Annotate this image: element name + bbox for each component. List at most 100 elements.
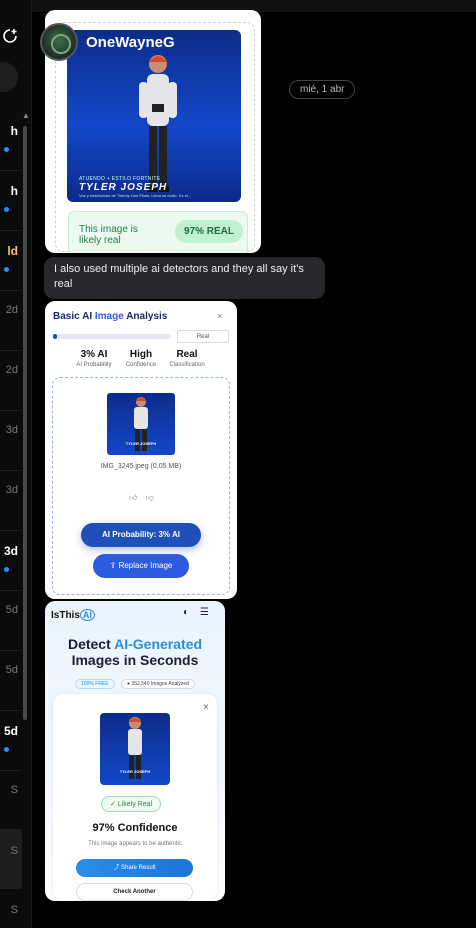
stat-classification: Real Classification [158,349,216,368]
sidebar-divider [0,170,22,171]
sidebar-divider [0,350,22,351]
uploaded-image-thumbnail: TYLER JOSEPH [100,713,170,785]
svg-text:TYLER JOSEPH: TYLER JOSEPH [120,769,151,774]
sidebar-divider [0,410,22,411]
check-icon: ✓ [110,801,116,808]
sidebar-item-time[interactable]: 5d [0,724,18,738]
scroll-thumb[interactable] [23,126,27,720]
sidebar-divider [0,590,22,591]
sidebar-item-time[interactable]: h [0,184,18,198]
sidebar-selected-item[interactable]: S [0,829,22,889]
real-badge: 97% REAL [175,220,244,243]
sidebar-scrollbar[interactable]: ▲ [22,112,30,912]
count-chip: ● 352,540 Images Analyzed [121,679,195,689]
poster-description: Voz y sintetizador de Twenty One Pilots.… [79,193,192,198]
result-box: This image is likely real 97% REAL [68,211,248,253]
close-icon: × [217,311,223,321]
likely-real-badge: ✓ Likely Real [101,796,162,812]
hero-chips: 100% FREE ● 352,540 Images Analyzed [45,672,225,690]
feedback-icons: 👍︎ 👎︎ [129,493,154,503]
hero-headline: Detect AI-Generated Images in Seconds [45,636,225,668]
upload-icon: ⇪ [109,561,117,570]
headline-2: Images in Seconds [71,652,199,668]
likely-real-label: Likely Real [117,801,153,808]
share-result-label: Share Result [121,865,156,871]
scroll-up-icon[interactable]: ▲ [22,112,30,120]
count-chip-text: 352,540 Images Analyzed [131,681,189,687]
sidebar-item-time[interactable]: 2d [0,304,18,316]
stat-label: Classification [169,362,205,368]
ai-progress-bar [53,334,171,339]
sidebar-item-time[interactable]: 3d [0,544,18,558]
unread-dot [4,747,9,752]
isthisai-logo: IsThis AI [51,609,95,621]
ai-probability-button: AI Probability: 3% AI [81,523,201,547]
ai-progress-fill [53,334,57,339]
avatar[interactable] [40,23,78,61]
svg-text:TYLER JOSEPH: TYLER JOSEPH [126,441,157,446]
free-chip: 100% FREE [75,679,115,689]
header-icons: ◐ ☰ [183,607,209,618]
sidebar-item-time[interactable]: S [0,784,18,796]
file-name: IMG_3245.jpeg (0.05 MB) [100,463,182,470]
poster-caption: ATUENDO + ESTILO FORTNITE TYLER JOSEPH V… [79,176,229,198]
result-text: This image is likely real [79,224,138,246]
sidebar-divider [0,710,22,711]
sidebar-divider [0,650,22,651]
logo-text: IsThis [51,610,80,621]
replace-image-label: Replace Image [118,561,173,570]
replace-image-button: ⇪ Replace Image [93,554,189,578]
sidebar-item-time[interactable]: h [0,124,18,138]
authenticity-text: This image appears to be authentic [88,841,182,847]
unread-dot [4,207,9,212]
new-message-button[interactable] [0,22,20,50]
share-icon: ⤴ [113,865,120,871]
theme-toggle-icon: ◐ [183,607,190,618]
image-attachment-3[interactable]: IsThis AI ◐ ☰ Detect AI-Generated Images … [45,601,225,901]
chat-page: h h ld 2d 2d 3d 3d 3d 5d 5d 5d S S S ▲ A… [0,0,476,928]
sidebar-item-time[interactable]: ld [0,244,18,258]
analysis-title-end: Analysis [123,311,168,322]
thumbs-up-icon: 👍︎ [129,493,138,502]
character-figure: TYLER JOSEPH [120,717,151,779]
username[interactable]: OneWayneG [86,34,175,51]
unread-dot [4,567,9,572]
conversation-sidebar: h h ld 2d 2d 3d 3d 3d 5d 5d 5d S S S ▲ [0,0,32,928]
unread-dot [4,267,9,272]
result-panel: × TYLER JOSEPH ✓ Likely Real 97% Confide… [53,694,217,901]
check-another-button: Check Another [76,883,193,901]
message-bubble[interactable]: I also used multiple ai detectors and th… [44,257,325,299]
menu-icon: ☰ [199,607,209,618]
image-attachment-2[interactable]: Basic AI Image Analysis × Real 3% AI AI … [45,301,237,599]
stat-value: Real [176,349,198,360]
sidebar-divider [0,290,22,291]
headline-1: Detect [67,636,115,652]
uploaded-image-thumbnail: TYLER JOSEPH [107,393,175,455]
share-result-button: ⤴ Share Result [76,859,193,877]
new-chat-icon [3,29,17,43]
headline-accent: AI-Generated [114,636,203,652]
unread-dot [4,147,9,152]
sidebar-item-time[interactable]: 5d [0,664,18,676]
poster-name: TYLER JOSEPH [79,182,168,193]
sidebar-item-time[interactable]: S [0,904,18,916]
logo-ai: AI [79,609,95,621]
classification-tag: Real [177,330,229,343]
sidebar-divider [0,530,22,531]
sidebar-item-time[interactable]: 3d [0,424,18,436]
analysis-title-accent: Image [94,311,124,322]
date-separator: mié, 1 abr [289,80,356,99]
confidence-text: 97% Confidence [92,822,178,834]
thumbs-down-icon: 👎︎ [145,493,154,502]
sidebar-divider [0,470,22,471]
sidebar-item-time[interactable]: 5d [0,604,18,616]
character-figure: TYLER JOSEPH [126,397,157,451]
sidebar-divider [0,230,22,231]
analysis-title-main: Basic AI [53,311,95,322]
sidebar-search-pill[interactable] [0,62,18,92]
sidebar-item-time[interactable]: 2d [0,364,18,376]
analysis-title: Basic AI Image Analysis [53,311,167,322]
sidebar-item-time: S [10,845,18,857]
chat-header[interactable]: OneWayneG [40,18,175,66]
sidebar-item-time[interactable]: 3d [0,484,18,496]
